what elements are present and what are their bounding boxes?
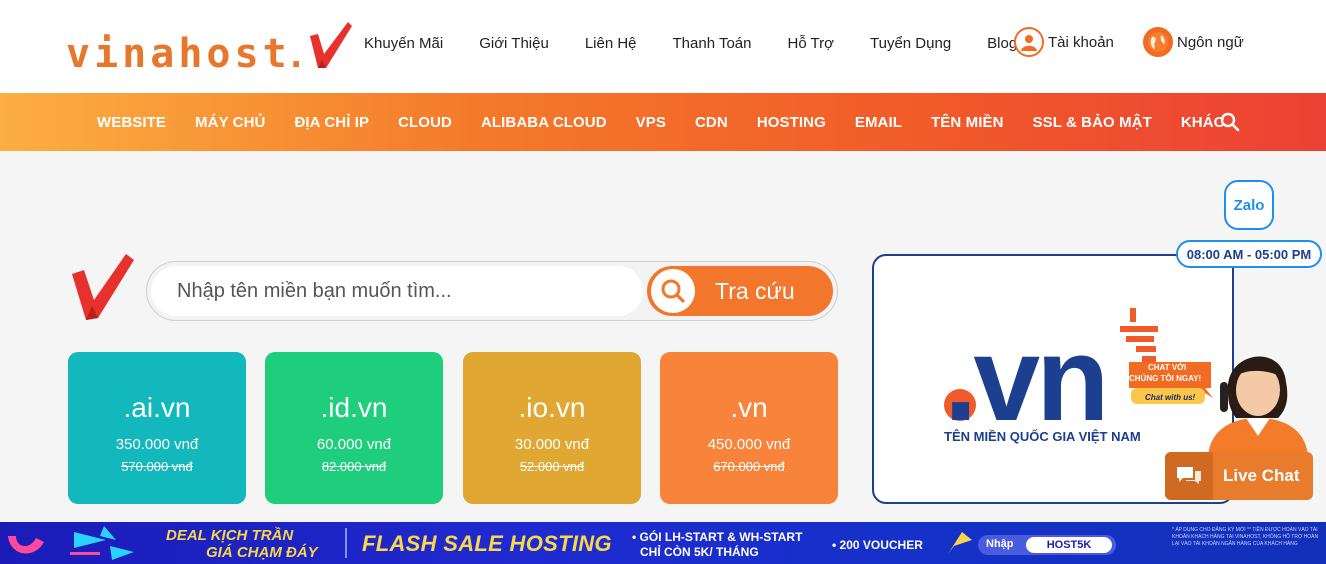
main-nav: WEBSITE MÁY CHỦ ĐỊA CHỈ IP CLOUD ALIBABA… [0,93,1326,151]
main-nav-ssl-bao-mat[interactable]: SSL & BẢO MẬT [1033,114,1152,131]
zalo-label: Zalo [1233,196,1265,214]
main-nav-cloud[interactable]: CLOUD [398,114,452,131]
arrow-icon [948,532,972,554]
domain-price: 30.000 vnđ [514,436,590,453]
promo-banner[interactable]: DEAL KỊCH TRẦN GIÁ CHẠM ĐÁY FLASH SALE H… [0,522,1326,564]
promo-decor-icon [8,526,134,560]
main-nav-khac[interactable]: KHÁC [1181,114,1225,131]
top-nav-thanh-toan[interactable]: Thanh Toán [673,35,752,52]
main-nav-may-chu[interactable]: MÁY CHỦ [195,114,265,131]
top-nav-tuyen-dung[interactable]: Tuyển Dụng [870,35,951,52]
language-selector[interactable]: Ngôn ngữ [1143,27,1244,57]
vinahost-logo[interactable]: vinahost. [66,18,354,74]
domain-search-box: Tra cứu [146,261,838,321]
promo-code: HOST5K [1026,537,1112,553]
globe-icon [1143,27,1173,57]
domain-old-price: 82.000 vnđ [321,459,387,474]
account-label: Tài khoản [1048,33,1114,51]
domain-card-id-vn[interactable]: .id.vn 60.000 vnđ 82.000 vnđ [265,352,443,504]
promo-fine-print: * ÁP DỤNG CHO ĐĂNG KÝ MỚI ** TIỀN ĐƯỢC H… [1172,527,1319,547]
user-icon [1014,27,1044,57]
main-nav-website[interactable]: WEBSITE [97,114,166,131]
chat-bubble-line2: CHÚNG TÔI NGAY! [1129,374,1202,383]
domain-old-price: 670.000 vnđ [713,459,785,474]
domain-price: 450.000 vnđ [707,436,791,453]
promo-offer-line2: CHỈ CÒN 5K/ THÁNG [640,545,759,559]
domain-search-input[interactable] [151,266,643,316]
promo-voucher: • 200 VOUCHER [832,538,923,552]
chat-icon [1165,452,1213,500]
support-agent-avatar [1208,356,1308,457]
chat-bubble-line1: CHAT VỚI [1148,363,1187,372]
domain-extension: .ai.vn [123,392,191,423]
main-nav-dia-chi-ip[interactable]: ĐỊA CHỈ IP [294,114,369,131]
domain-search-button-label: Tra cứu [715,277,795,304]
support-hours: 08:00 AM - 05:00 PM [1176,240,1322,268]
top-nav-blog[interactable]: Blog [987,35,1017,52]
top-nav-ho-tro[interactable]: Hỗ Trợ [787,35,834,52]
domain-price: 350.000 vnđ [115,436,199,453]
promo-code-pill: Nhập HOST5K [978,535,1116,555]
top-nav-lien-he[interactable]: Liên Hệ [585,35,637,52]
chat-bubble-line3: Chat with us! [1145,393,1196,402]
logo-dot: . [290,32,302,76]
live-chat-button[interactable]: Live Chat [1165,452,1313,500]
top-nav-khuyen-mai[interactable]: Khuyến Mãi [364,35,443,52]
promo-enter-label: Nhập [986,538,1014,550]
domain-card-io-vn[interactable]: .io.vn 30.000 vnđ 52.000 vnđ [463,352,641,504]
main-nav-vps[interactable]: VPS [636,114,666,131]
promo-deal-line2: GIÁ CHẠM ĐÁY [206,544,318,561]
domain-old-price: 570.000 vnđ [121,459,193,474]
domain-card-vn[interactable]: .vn 450.000 vnđ 670.000 vnđ [660,352,838,504]
top-nav-gioi-thieu[interactable]: Giới Thiệu [479,35,549,52]
domain-old-price: 52.000 vnđ [519,459,585,474]
promo-flash-sale: FLASH SALE HOSTING [362,531,612,556]
main-nav-email[interactable]: EMAIL [855,114,902,131]
main-nav-alibaba-cloud[interactable]: ALIBABA CLOUD [481,114,607,131]
domain-extension: .io.vn [518,392,586,423]
search-icon [651,269,695,313]
account-link[interactable]: Tài khoản [1014,27,1114,57]
main-nav-ten-mien[interactable]: TÊN MIỀN [931,114,1003,131]
language-label: Ngôn ngữ [1177,33,1244,51]
vn-big-text: .vn [944,312,1105,426]
main-nav-hosting[interactable]: HOSTING [757,114,826,131]
support-hours-text: 08:00 AM - 05:00 PM [1186,246,1312,262]
promo-divider [345,528,347,558]
logo-text: vinahost [66,31,291,77]
search-icon[interactable] [1220,112,1240,132]
promo-deal-line1: DEAL KỊCH TRẦN [166,527,294,544]
domain-extension: .vn [730,392,768,423]
live-chat-label: Live Chat [1223,466,1300,485]
top-nav: Khuyến Mãi Giới Thiệu Liên Hệ Thanh Toán… [346,26,1053,60]
domain-extension: .id.vn [320,392,388,423]
domain-search-button[interactable]: Tra cứu [647,266,833,316]
domain-price: 60.000 vnđ [316,436,392,453]
vn-tagline: TÊN MIỀN QUỐC GIA VIỆT NAM [944,429,1141,444]
main-nav-cdn[interactable]: CDN [695,114,728,131]
top-header: vinahost. Khuyến Mãi Giới Thiệu Liên Hệ … [0,0,1326,93]
promo-offer-line1: • GÓI LH-START & WH-START [632,530,803,544]
v-mark-icon [72,254,134,320]
domain-card-ai-vn[interactable]: .ai.vn 350.000 vnđ 570.000 vnđ [68,352,246,504]
zalo-button[interactable]: Zalo [1224,180,1274,230]
